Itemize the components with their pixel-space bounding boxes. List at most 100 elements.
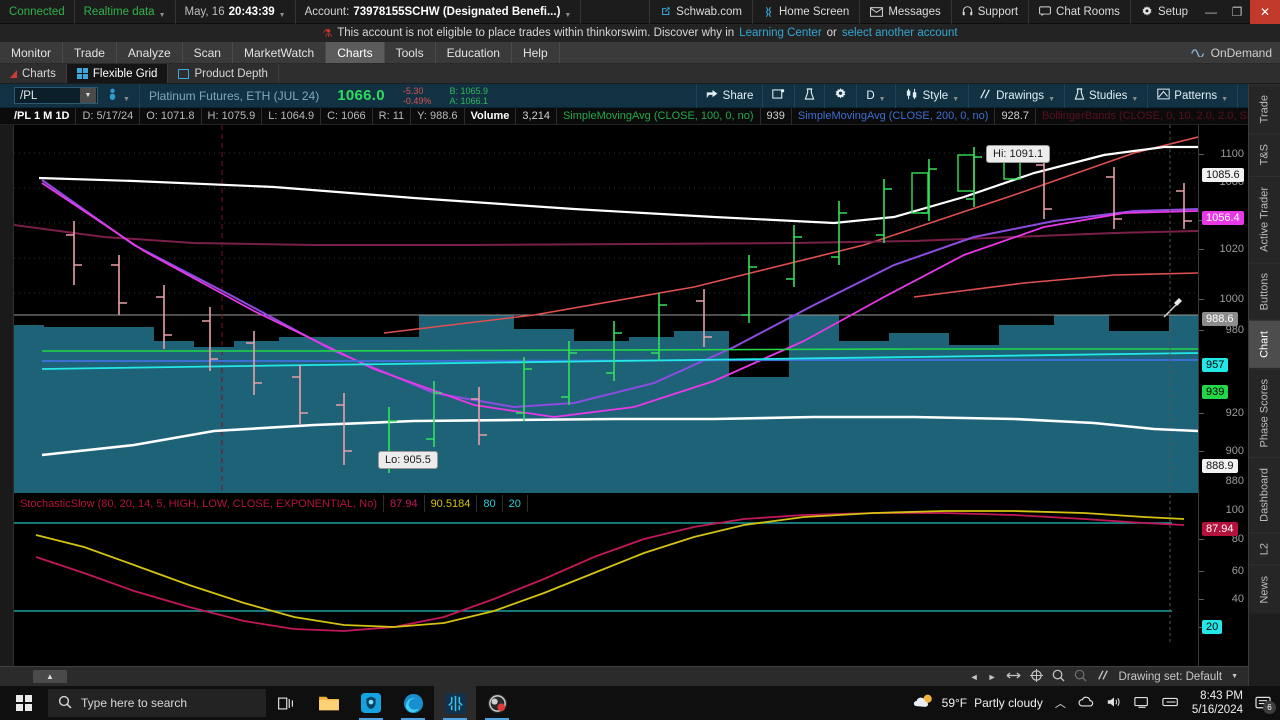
data-mode-label: Realtime data bbox=[83, 5, 155, 18]
menu-item-marketwatch[interactable]: MarketWatch bbox=[233, 42, 327, 63]
sidebar-item-chart[interactable]: Chart bbox=[1249, 319, 1280, 368]
sidebar-item-trade[interactable]: Trade bbox=[1249, 84, 1280, 134]
file-explorer-icon[interactable] bbox=[308, 686, 350, 720]
messages-link[interactable]: Messages bbox=[859, 0, 950, 24]
menu-item-charts[interactable]: Charts bbox=[326, 42, 385, 63]
patterns-button[interactable]: Patterns ▼ bbox=[1147, 83, 1237, 108]
studies-button[interactable]: Studies ▼ bbox=[1064, 83, 1147, 108]
show-hidden-icons-chevron[interactable]: ︿ bbox=[1055, 695, 1066, 711]
study-2-label[interactable]: SimpleMovingAvg (CLOSE, 200, 0, no) bbox=[792, 107, 996, 125]
minimize-button[interactable]: — bbox=[1198, 0, 1224, 24]
setup-link[interactable]: Setup bbox=[1129, 0, 1198, 24]
taskbar-search[interactable]: Type here to search bbox=[48, 689, 266, 717]
chart-toolbar: Share D ▼ Style ▼ Drawings ▼ Studies ▼ P… bbox=[695, 83, 1280, 108]
network-icon[interactable] bbox=[1134, 695, 1150, 712]
sidebar-item-l2[interactable]: L2 bbox=[1249, 532, 1280, 566]
chevron-down-icon[interactable]: ▼ bbox=[1231, 673, 1238, 680]
account-label: Account: bbox=[304, 5, 350, 18]
chart-left-rail bbox=[0, 125, 14, 685]
data-mode-status[interactable]: Realtime data ▼ bbox=[75, 0, 176, 24]
stochastic-svg bbox=[14, 495, 1185, 645]
weather-widget[interactable]: 59°F Partly cloudy bbox=[913, 693, 1043, 713]
zoom-in-icon[interactable] bbox=[1052, 669, 1065, 685]
restore-button[interactable]: ❐ bbox=[1224, 0, 1250, 24]
taskbar-clock[interactable]: 8:43 PM 5/16/2024 bbox=[1192, 689, 1243, 717]
menu-item-analyze[interactable]: Analyze bbox=[117, 42, 183, 63]
scroll-right-icon[interactable]: ► bbox=[988, 672, 997, 682]
axis-label-1020: 1020 bbox=[1219, 243, 1244, 255]
battery-icon[interactable] bbox=[1162, 696, 1180, 711]
symbol-info-button[interactable]: ▼ bbox=[98, 83, 140, 108]
scroll-left-icon[interactable]: ◄ bbox=[970, 672, 979, 682]
home-screen-link[interactable]: Home Screen bbox=[752, 0, 859, 24]
price-badge-last-high: 1085.6 bbox=[1202, 168, 1244, 182]
tab-flexible-grid[interactable]: Flexible Grid bbox=[66, 64, 169, 83]
start-button[interactable] bbox=[0, 686, 48, 720]
share-button[interactable]: Share bbox=[695, 83, 763, 108]
drawing-tool-icon[interactable] bbox=[1096, 669, 1110, 684]
timeframe-button[interactable]: D ▼ bbox=[856, 83, 894, 108]
volume-icon[interactable] bbox=[1106, 695, 1122, 712]
study-1-label[interactable]: SimpleMovingAvg (CLOSE, 100, 0, no) bbox=[557, 107, 761, 125]
tab-charts[interactable]: Charts bbox=[0, 64, 67, 83]
obs-recorder-icon[interactable] bbox=[476, 686, 518, 720]
chart-low: L: 1064.9 bbox=[262, 107, 322, 125]
collapse-handle[interactable]: ▲ bbox=[33, 670, 67, 683]
schwab-com-link[interactable]: Schwab.com bbox=[649, 0, 752, 24]
edge-browser-icon[interactable] bbox=[392, 686, 434, 720]
sidebar-item-phase-scores[interactable]: Phase Scores bbox=[1249, 367, 1280, 458]
stochastic-value-2: 90.5184 bbox=[425, 495, 478, 512]
price-axis[interactable]: 1100 1080 1040 1020 1000 980 920 900 880… bbox=[1198, 125, 1248, 685]
sidebar-item-ts[interactable]: T&S bbox=[1249, 133, 1280, 176]
symbol-input[interactable]: /PL ▼ bbox=[14, 87, 98, 104]
price-change: -5.30 -0.49% bbox=[394, 84, 441, 108]
sidebar-item-news[interactable]: News bbox=[1249, 565, 1280, 614]
sidebar-item-dashboard[interactable]: Dashboard bbox=[1249, 457, 1280, 533]
select-another-account-link[interactable]: select another account bbox=[842, 27, 958, 39]
settings-button[interactable] bbox=[824, 83, 856, 108]
close-icon[interactable]: ✕ bbox=[1250, 0, 1280, 24]
beaker-button[interactable] bbox=[794, 83, 824, 108]
menu-item-tools[interactable]: Tools bbox=[385, 42, 436, 63]
sidebar-item-buttons[interactable]: Buttons bbox=[1249, 261, 1280, 320]
notification-center-button[interactable]: 6 bbox=[1255, 696, 1276, 714]
menu-item-monitor[interactable]: Monitor bbox=[0, 42, 64, 63]
price-badge-sma100: 939 bbox=[1202, 385, 1229, 399]
thinkorswim-icon[interactable] bbox=[434, 686, 476, 720]
stochastic-oversold: 20 bbox=[503, 495, 528, 512]
chat-rooms-link[interactable]: Chat Rooms bbox=[1028, 0, 1130, 24]
ondemand-button[interactable]: OnDemand bbox=[1190, 42, 1280, 63]
warning-text: This account is not eligible to place tr… bbox=[337, 27, 735, 39]
menu-item-scan[interactable]: Scan bbox=[183, 42, 233, 63]
support-link[interactable]: Support bbox=[950, 0, 1028, 24]
menu-item-help[interactable]: Help bbox=[512, 42, 560, 63]
account-selector[interactable]: Account: 73978155SCHW (Designated Benefi… bbox=[296, 0, 582, 24]
tab-product-depth[interactable]: Product Depth bbox=[168, 64, 279, 83]
bid-ask: B: 1065.9 A: 1066.1 bbox=[440, 84, 497, 108]
zoom-out-icon[interactable] bbox=[1074, 669, 1087, 685]
price-pane[interactable]: Hi: 1091.1 Lo: 905.5 bbox=[14, 125, 1198, 493]
study-3-label[interactable]: BollingerBands (CLOSE, 0, 10, 2.0, 2.0, … bbox=[1036, 108, 1280, 125]
chevron-down-icon[interactable]: ▼ bbox=[80, 88, 96, 103]
taskview-button[interactable] bbox=[266, 686, 308, 720]
stochastic-pane[interactable] bbox=[14, 495, 1198, 645]
menu-item-education[interactable]: Education bbox=[436, 42, 512, 63]
menu-item-trade[interactable]: Trade bbox=[63, 42, 117, 63]
drawing-set-label[interactable]: Drawing set: Default bbox=[1119, 671, 1223, 683]
search-icon bbox=[58, 695, 72, 712]
crosshair-icon[interactable] bbox=[1029, 668, 1043, 685]
sidebar-item-active-trader[interactable]: Active Trader bbox=[1249, 175, 1280, 262]
pan-icon[interactable] bbox=[1005, 670, 1021, 684]
stoch-badge-k: 87.94 bbox=[1202, 522, 1238, 536]
security-app-icon[interactable] bbox=[350, 686, 392, 720]
onedrive-icon[interactable] bbox=[1078, 695, 1094, 711]
drawings-button[interactable]: Drawings ▼ bbox=[968, 83, 1064, 108]
taskbar-date: 5/16/2024 bbox=[1191, 704, 1243, 716]
topbar-links: Schwab.com Home Screen Messages Support bbox=[649, 0, 1280, 24]
style-button[interactable]: Style ▼ bbox=[894, 83, 969, 108]
stochastic-study-label[interactable]: StochasticSlow (80, 20, 14, 5, HIGH, LOW… bbox=[14, 495, 385, 512]
clock-display[interactable]: May, 16 20:43:39 ▼ bbox=[176, 0, 296, 24]
snapshot-button[interactable] bbox=[762, 83, 794, 108]
bottom-tab-handle-wrap[interactable]: ▲ bbox=[0, 667, 100, 687]
learning-center-link[interactable]: Learning Center bbox=[739, 27, 821, 39]
